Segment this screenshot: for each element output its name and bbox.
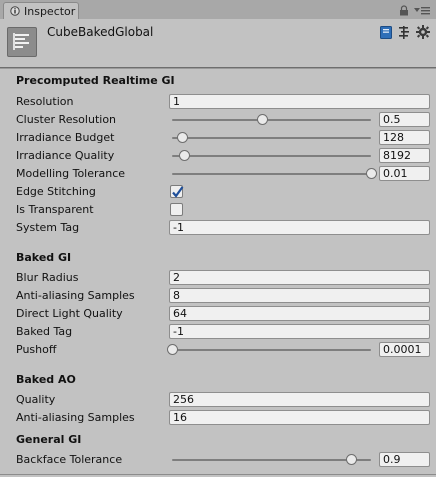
row-pushoff: Pushoff 0.0001 <box>0 341 436 359</box>
direct-light-quality-field[interactable]: 64 <box>169 306 430 321</box>
tab-bar: Inspector <box>0 0 436 20</box>
is-transparent-label: Is Transparent <box>16 203 94 216</box>
system-tag-field[interactable]: -1 <box>169 220 430 235</box>
modelling-tolerance-label: Modelling Tolerance <box>16 167 126 180</box>
section-title-baked-ao: Baked AO <box>16 373 76 386</box>
irradiance-budget-label: Irradiance Budget <box>16 131 115 144</box>
object-header: CubeBakedGlobal <box>0 19 436 68</box>
cluster-resolution-label: Cluster Resolution <box>16 113 117 126</box>
modelling-tolerance-field[interactable]: 0.01 <box>379 166 430 181</box>
row-blur-radius: Blur Radius 2 <box>0 269 436 287</box>
menu-icon[interactable] <box>414 7 430 15</box>
edge-stitching-label: Edge Stitching <box>16 185 96 198</box>
system-tag-label: System Tag <box>16 221 80 234</box>
row-ao-anti-aliasing-samples: Anti-aliasing Samples 16 <box>0 409 436 427</box>
irradiance-quality-slider-track[interactable] <box>172 155 371 157</box>
row-system-tag: System Tag -1 <box>0 219 436 237</box>
irradiance-budget-slider-thumb[interactable] <box>176 132 188 143</box>
row-is-transparent: Is Transparent <box>0 201 436 219</box>
lock-icon[interactable] <box>399 5 409 16</box>
preset-icon[interactable] <box>398 26 410 39</box>
backface-tolerance-field[interactable]: 0.9 <box>379 452 430 467</box>
object-name: CubeBakedGlobal <box>47 25 154 39</box>
row-anti-aliasing-samples: Anti-aliasing Samples 8 <box>0 287 436 305</box>
blur-radius-field[interactable]: 2 <box>169 270 430 285</box>
row-irradiance-quality: Irradiance Quality 8192 <box>0 147 436 165</box>
section-title-baked-gi: Baked GI <box>16 251 72 264</box>
anti-aliasing-samples-field[interactable]: 8 <box>169 288 430 303</box>
row-modelling-tolerance: Modelling Tolerance 0.01 <box>0 165 436 183</box>
backface-tolerance-slider-thumb[interactable] <box>346 454 358 465</box>
modelling-tolerance-slider-thumb[interactable] <box>366 168 377 179</box>
bottom-border <box>0 474 436 475</box>
blur-radius-label: Blur Radius <box>16 271 79 284</box>
pushoff-slider-track[interactable] <box>172 349 371 351</box>
row-cluster-resolution: Cluster Resolution 0.5 <box>0 111 436 129</box>
baked-tag-label: Baked Tag <box>16 325 73 338</box>
cluster-resolution-slider-thumb[interactable] <box>256 114 268 125</box>
row-edge-stitching: Edge Stitching <box>0 183 436 201</box>
edge-stitching-checkbox[interactable] <box>170 185 184 198</box>
section-title-precomputed-realtime-gi: Precomputed Realtime GI <box>16 74 175 87</box>
row-baked-tag: Baked Tag -1 <box>0 323 436 341</box>
section-title-general-gi: General GI <box>16 433 82 446</box>
ao-anti-aliasing-samples-label: Anti-aliasing Samples <box>16 411 135 424</box>
backface-tolerance-slider-track[interactable] <box>172 459 371 461</box>
row-ao-quality: Quality 256 <box>0 391 436 409</box>
resolution-label: Resolution <box>16 95 74 108</box>
ao-quality-field[interactable]: 256 <box>169 392 430 407</box>
backface-tolerance-label: Backface Tolerance <box>16 453 123 466</box>
row-backface-tolerance: Backface Tolerance 0.9 <box>0 451 436 469</box>
irradiance-budget-field[interactable]: 128 <box>379 130 430 145</box>
tab-inspector[interactable]: Inspector <box>3 2 79 19</box>
row-direct-light-quality: Direct Light Quality 64 <box>0 305 436 323</box>
anti-aliasing-samples-label: Anti-aliasing Samples <box>16 289 135 302</box>
baked-tag-field[interactable]: -1 <box>169 324 430 339</box>
ao-anti-aliasing-samples-field[interactable]: 16 <box>169 410 430 425</box>
object-icon <box>7 27 37 57</box>
irradiance-quality-slider-thumb[interactable] <box>178 150 190 161</box>
resolution-field[interactable]: 1 <box>169 94 430 109</box>
irradiance-quality-field[interactable]: 8192 <box>379 148 430 163</box>
separator <box>0 68 436 69</box>
direct-light-quality-label: Direct Light Quality <box>16 307 123 320</box>
help-book-icon[interactable] <box>380 26 392 39</box>
cluster-resolution-slider-track[interactable] <box>172 119 371 121</box>
pushoff-slider-thumb[interactable] <box>167 344 178 355</box>
pushoff-field[interactable]: 0.0001 <box>379 342 430 357</box>
row-irradiance-budget: Irradiance Budget 128 <box>0 129 436 147</box>
checkmark-icon <box>172 186 184 198</box>
inspector-icon <box>10 6 20 16</box>
irradiance-budget-slider-track[interactable] <box>172 137 371 139</box>
is-transparent-checkbox[interactable] <box>170 203 183 216</box>
ao-quality-label: Quality <box>16 393 56 406</box>
pushoff-label: Pushoff <box>16 343 57 356</box>
irradiance-quality-label: Irradiance Quality <box>16 149 115 162</box>
gear-icon[interactable] <box>416 25 430 39</box>
cluster-resolution-field[interactable]: 0.5 <box>379 112 430 127</box>
modelling-tolerance-slider-track[interactable] <box>172 173 371 175</box>
row-resolution: Resolution 1 <box>0 93 436 111</box>
tab-label: Inspector <box>24 5 76 18</box>
